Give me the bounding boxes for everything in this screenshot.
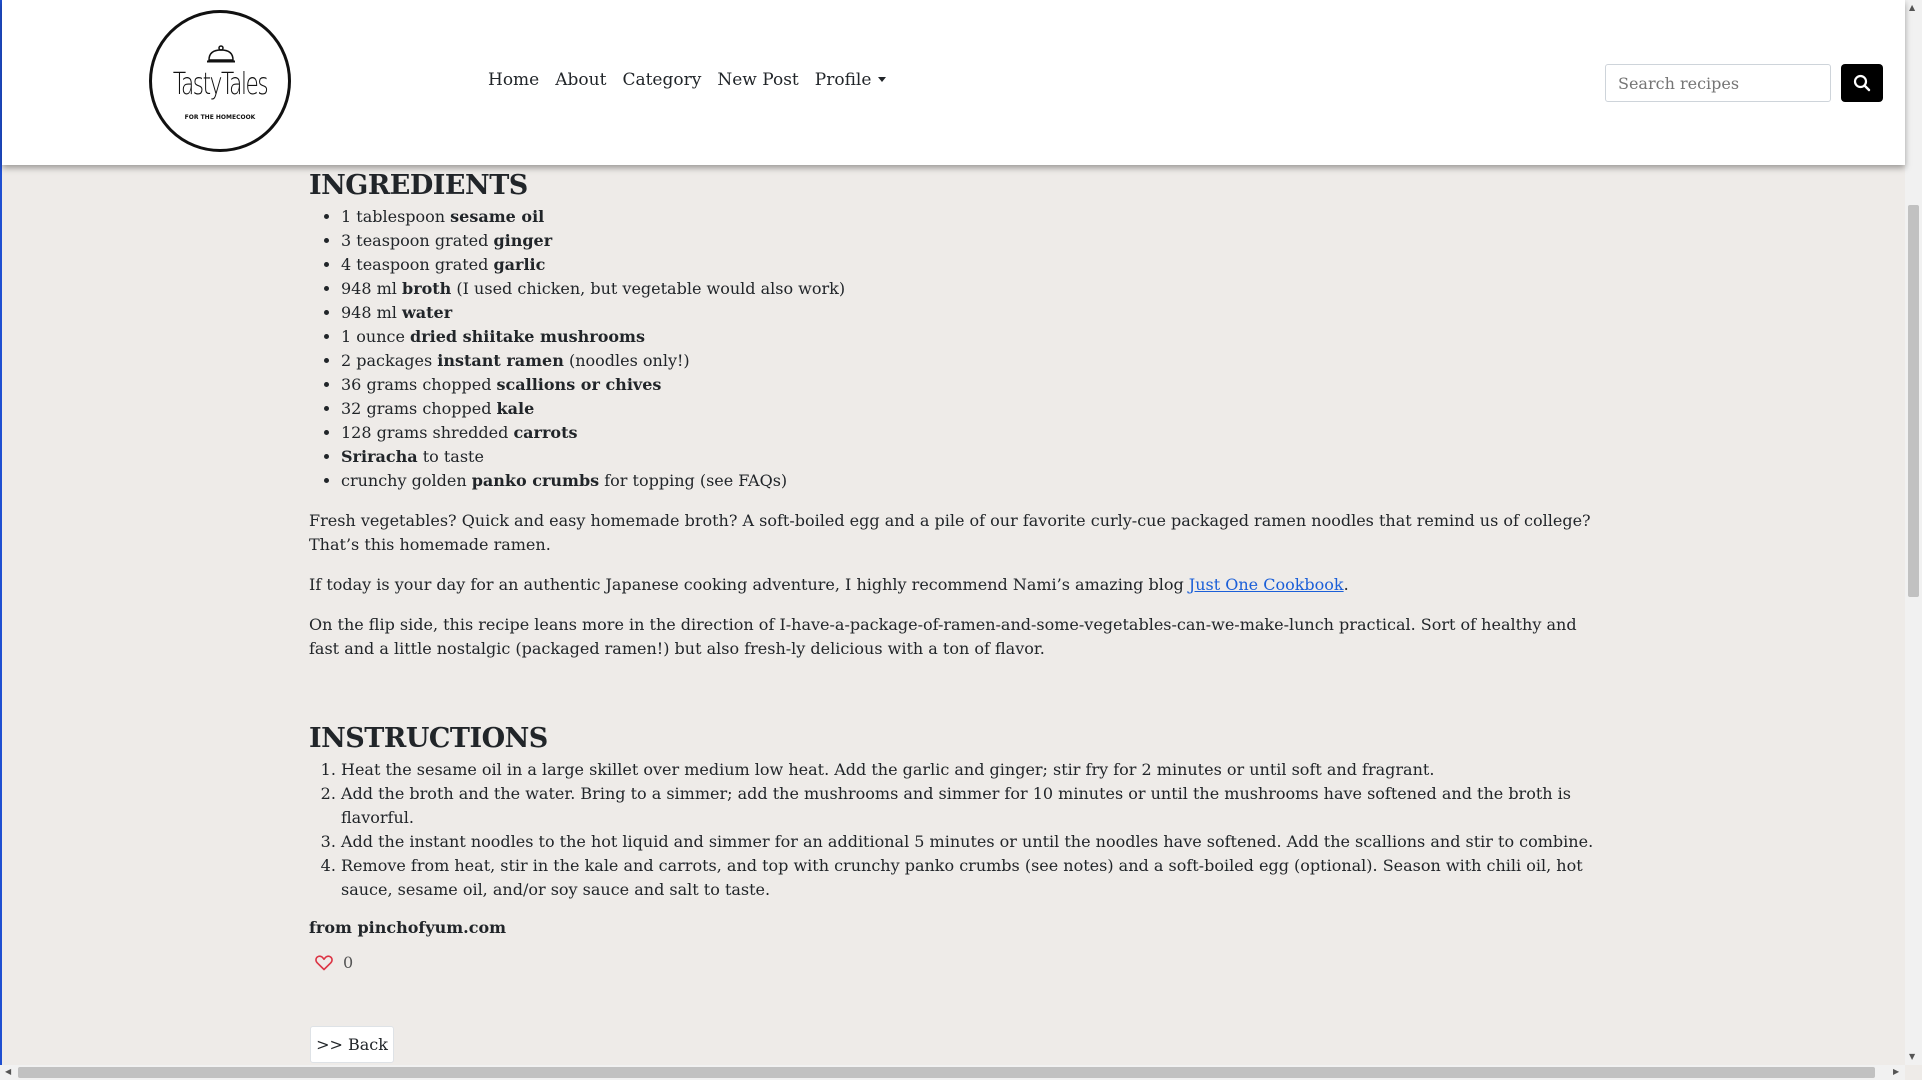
ingredient-name: broth	[402, 279, 452, 298]
ingredient-quantity: 1 ounce	[341, 327, 411, 346]
ingredient-item: Sriracha to taste	[341, 445, 1599, 469]
ingredient-item: 2 packages instant ramen (noodles only!)	[341, 349, 1599, 373]
like-section: 0	[309, 953, 1599, 972]
ingredient-name: panko crumbs	[471, 471, 600, 490]
instruction-step: Add the instant noodles to the hot liqui…	[341, 830, 1599, 854]
ingredient-name: instant ramen	[437, 351, 564, 370]
instruction-step: Add the broth and the water. Bring to a …	[341, 782, 1599, 830]
instruction-step: Heat the sesame oil in a large skillet o…	[341, 758, 1599, 782]
brand-tagline: FOR THE HOMECOOK	[184, 114, 256, 121]
cloche-icon	[207, 45, 235, 63]
like-count: 0	[343, 953, 354, 972]
horizontal-scrollbar-thumb[interactable]	[18, 1067, 1875, 1078]
scroll-down-arrow-icon[interactable]: ▼	[1909, 1052, 1915, 1061]
ingredient-name: water	[402, 303, 453, 322]
flip-side-paragraph: On the flip side, this recipe leans more…	[309, 615, 1577, 658]
scroll-up-arrow-icon[interactable]: ▲	[1909, 3, 1915, 12]
ingredients-heading: INGREDIENTS	[309, 170, 528, 201]
heart-icon[interactable]	[315, 954, 333, 971]
ingredient-name: carrots	[513, 423, 578, 442]
caret-down-icon	[878, 77, 887, 82]
instruction-step: Remove from heat, stir in the kale and c…	[341, 854, 1599, 902]
vertical-scrollbar-thumb[interactable]	[1908, 205, 1919, 597]
nav-new-post[interactable]: New Post	[717, 70, 798, 90]
ingredient-item: 3 teaspoon grated ginger	[341, 229, 1599, 253]
ingredient-item: crunchy golden panko crumbs for topping …	[341, 469, 1599, 493]
recipe-content: INGREDIENTS 1 tablespoon sesame oil3 tea…	[309, 170, 1599, 972]
ingredient-name: scallions or chives	[496, 375, 662, 394]
ingredient-name: kale	[496, 399, 535, 418]
ingredient-item: 1 ounce dried shiitake mushrooms	[341, 325, 1599, 349]
instructions-list: Heat the sesame oil in a large skillet o…	[309, 758, 1599, 902]
main-nav: Home About Category New Post Profile	[488, 70, 902, 90]
ingredient-name: dried shiitake mushrooms	[410, 327, 645, 346]
ingredient-item: 36 grams chopped scallions or chives	[341, 373, 1599, 397]
recommendation-end: .	[1343, 575, 1349, 594]
ingredient-item: 948 ml water	[341, 301, 1599, 325]
recommendation-paragraph: If today is your day for an authentic Ja…	[309, 573, 1599, 597]
ingredient-quantity: 1 tablespoon	[341, 207, 451, 226]
ingredient-quantity: 948 ml	[341, 303, 402, 322]
search-button[interactable]	[1841, 64, 1883, 102]
ingredient-quantity: crunchy golden	[341, 471, 472, 490]
ingredient-note: for topping (see FAQs)	[599, 471, 788, 490]
ingredient-name: garlic	[493, 255, 546, 274]
instructions-heading: INSTRUCTIONS	[309, 723, 548, 754]
search-input[interactable]	[1605, 64, 1831, 102]
recommendation-text: If today is your day for an authentic Ja…	[309, 575, 1189, 594]
recipe-source: from pinchofyum.com	[309, 918, 507, 937]
just-one-cookbook-link[interactable]: Just One Cookbook	[1189, 575, 1344, 594]
ingredient-item: 4 teaspoon grated garlic	[341, 253, 1599, 277]
ingredient-item: 128 grams shredded carrots	[341, 421, 1599, 445]
brand-name: TastyTales	[172, 67, 269, 102]
description-paragraph: Fresh vegetables? Quick and easy homemad…	[309, 511, 1591, 554]
ingredient-quantity: 2 packages	[341, 351, 438, 370]
ingredient-quantity: 4 teaspoon grated	[341, 255, 494, 274]
search-icon	[1853, 74, 1871, 92]
ingredient-item: 32 grams chopped kale	[341, 397, 1599, 421]
nav-home[interactable]: Home	[488, 70, 539, 90]
nav-about[interactable]: About	[555, 70, 606, 90]
ingredient-note: (noodles only!)	[563, 351, 690, 370]
ingredients-list: 1 tablespoon sesame oil3 teaspoon grated…	[309, 205, 1599, 493]
nav-profile-label: Profile	[814, 70, 872, 90]
scroll-left-arrow-icon[interactable]: ◀	[5, 1067, 11, 1076]
ingredient-quantity: 32 grams chopped	[341, 399, 497, 418]
ingredient-note: to taste	[417, 447, 484, 466]
ingredient-name: ginger	[493, 231, 553, 250]
ingredient-item: 948 ml broth (I used chicken, but vegeta…	[341, 277, 1599, 301]
back-button[interactable]: >> Back	[310, 1026, 394, 1063]
ingredient-quantity: 128 grams shredded	[341, 423, 514, 442]
ingredient-quantity: 36 grams chopped	[341, 375, 497, 394]
site-logo[interactable]: TastyTales FOR THE HOMECOOK	[149, 10, 291, 152]
ingredient-quantity: 3 teaspoon grated	[341, 231, 494, 250]
ingredient-name: Sriracha	[341, 447, 418, 466]
scroll-right-arrow-icon[interactable]: ▶	[1893, 1067, 1899, 1076]
ingredient-quantity: 948 ml	[341, 279, 402, 298]
navbar: TastyTales FOR THE HOMECOOK Home About C…	[2, 0, 1905, 165]
ingredient-name: sesame oil	[450, 207, 545, 226]
nav-category[interactable]: Category	[622, 70, 701, 90]
ingredient-note: (I used chicken, but vegetable would als…	[451, 279, 846, 298]
nav-profile-dropdown[interactable]: Profile	[815, 70, 887, 90]
ingredient-item: 1 tablespoon sesame oil	[341, 205, 1599, 229]
